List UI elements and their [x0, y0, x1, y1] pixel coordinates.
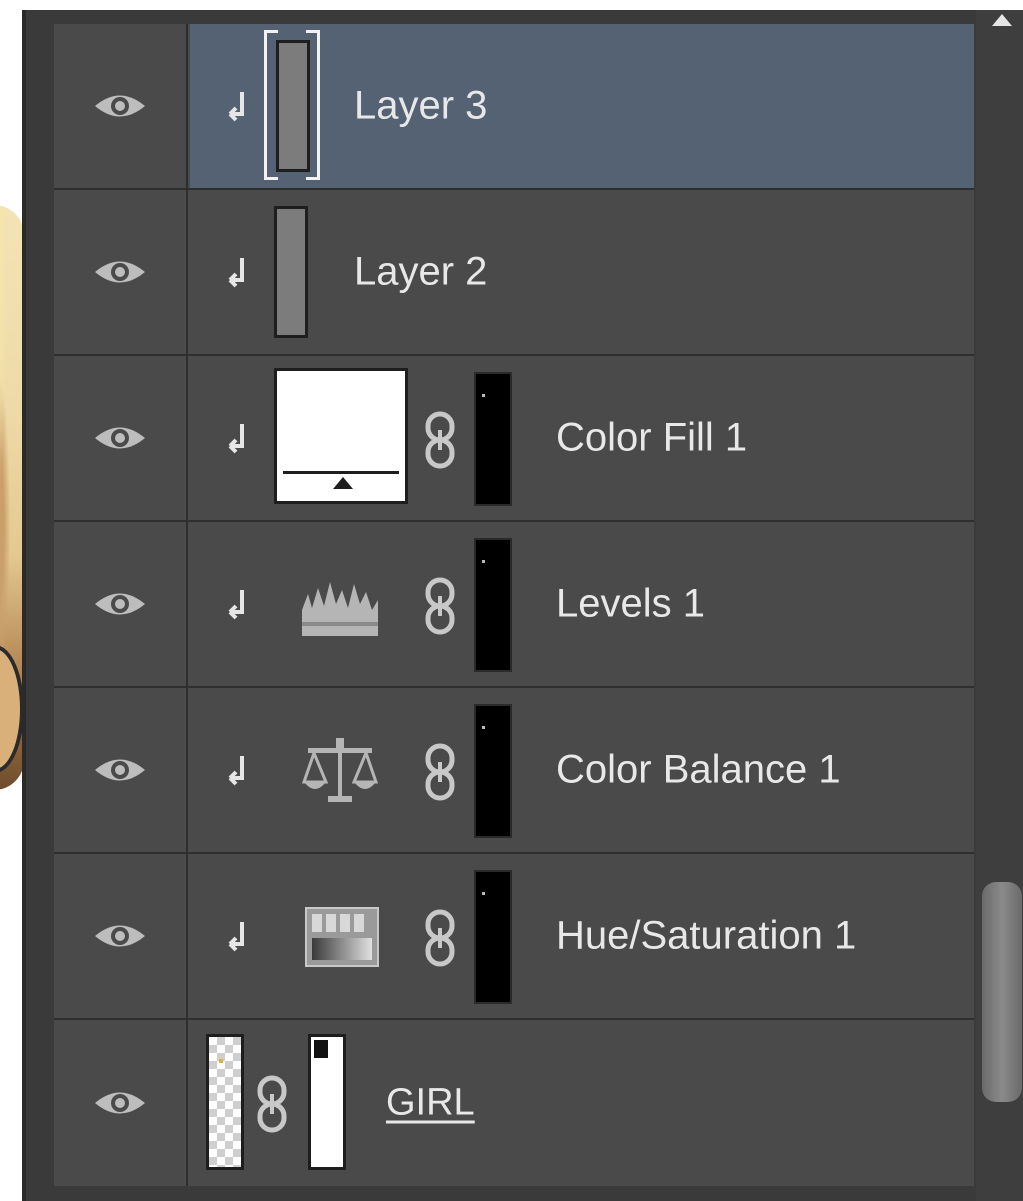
- layer-row-color-fill-1[interactable]: Color Fill 1: [54, 356, 974, 522]
- selection-bracket-right: [306, 30, 320, 180]
- layer-mask-thumbnail[interactable]: [474, 538, 512, 672]
- clipping-arrow-icon: [224, 420, 254, 460]
- canvas-preview-edge: [0, 0, 24, 1201]
- chain-link-icon[interactable]: [422, 576, 458, 636]
- layer-row-levels-1[interactable]: Levels 1: [54, 522, 974, 688]
- layer-row-layer-2[interactable]: Layer 2: [54, 190, 974, 356]
- visibility-toggle[interactable]: [54, 24, 188, 188]
- visibility-toggle[interactable]: [54, 522, 188, 686]
- layer-thumbnail[interactable]: [276, 40, 310, 172]
- layer-content[interactable]: Color Fill 1: [190, 356, 974, 520]
- layer-content[interactable]: GIRL: [190, 1020, 974, 1186]
- layer-row-layer-3[interactable]: Layer 3: [54, 24, 974, 190]
- layers-scrollbar[interactable]: [976, 10, 1023, 1201]
- balance-scale-icon[interactable]: [300, 736, 380, 806]
- chain-link-icon[interactable]: [254, 1074, 290, 1134]
- layer-row-color-balance-1[interactable]: Color Balance 1: [54, 688, 974, 854]
- layer-content[interactable]: Layer 3: [190, 24, 974, 188]
- layer-name[interactable]: Levels 1: [556, 582, 705, 627]
- color-fill-thumbnail[interactable]: [274, 368, 408, 504]
- eye-icon[interactable]: [93, 421, 147, 455]
- eye-icon[interactable]: [93, 753, 147, 787]
- fill-thumb-marker: [333, 477, 353, 489]
- canvas-artwork: [0, 205, 24, 790]
- layers-panel: Layer 3 Layer 2 Color Fill 1 Levels 1 Co…: [22, 10, 1023, 1201]
- layer-content[interactable]: Levels 1: [190, 522, 974, 686]
- visibility-toggle[interactable]: [54, 356, 188, 520]
- layer-content[interactable]: Layer 2: [190, 190, 974, 354]
- clipping-arrow-icon: [224, 88, 254, 128]
- clipping-arrow-icon: [224, 586, 254, 626]
- layer-mask-thumbnail[interactable]: [474, 372, 512, 506]
- scroll-up-arrow-icon[interactable]: [992, 14, 1012, 26]
- visibility-toggle[interactable]: [54, 854, 188, 1018]
- visibility-toggle[interactable]: [54, 190, 188, 354]
- layer-thumbnail[interactable]: [206, 1034, 244, 1170]
- visibility-toggle[interactable]: [54, 1020, 188, 1186]
- hue-saturation-icon[interactable]: [302, 902, 382, 972]
- chain-link-icon[interactable]: [422, 742, 458, 802]
- eye-icon[interactable]: [93, 89, 147, 123]
- chain-link-icon[interactable]: [422, 908, 458, 968]
- scroll-thumb[interactable]: [982, 882, 1022, 1102]
- clipping-arrow-icon: [224, 752, 254, 792]
- layer-name[interactable]: Color Balance 1: [556, 748, 841, 793]
- visibility-toggle[interactable]: [54, 688, 188, 852]
- eye-icon[interactable]: [93, 1086, 147, 1120]
- layer-row-hue-saturation-1[interactable]: Hue/Saturation 1: [54, 854, 974, 1020]
- layer-row-girl[interactable]: GIRL: [54, 1020, 974, 1186]
- eye-icon[interactable]: [93, 587, 147, 621]
- layer-name[interactable]: Color Fill 1: [556, 416, 747, 461]
- layer-thumbnail[interactable]: [274, 206, 308, 338]
- layer-name[interactable]: Layer 3: [354, 84, 487, 129]
- clipping-arrow-icon: [224, 254, 254, 294]
- eye-icon[interactable]: [93, 255, 147, 289]
- layers-list: Layer 3 Layer 2 Color Fill 1 Levels 1 Co…: [54, 24, 974, 1186]
- clipping-arrow-icon: [224, 918, 254, 958]
- eye-icon[interactable]: [93, 919, 147, 953]
- levels-histogram-icon[interactable]: [300, 570, 380, 640]
- chain-link-icon[interactable]: [422, 410, 458, 470]
- layer-name[interactable]: Layer 2: [354, 250, 487, 295]
- layer-content[interactable]: Color Balance 1: [190, 688, 974, 852]
- fill-thumb-bar: [283, 471, 399, 474]
- layer-mask-thumbnail[interactable]: [474, 870, 512, 1004]
- layer-name[interactable]: Hue/Saturation 1: [556, 914, 856, 959]
- layer-content[interactable]: Hue/Saturation 1: [190, 854, 974, 1018]
- layer-name[interactable]: GIRL: [386, 1082, 475, 1125]
- layer-mask-thumbnail[interactable]: [308, 1034, 346, 1170]
- layer-mask-thumbnail[interactable]: [474, 704, 512, 838]
